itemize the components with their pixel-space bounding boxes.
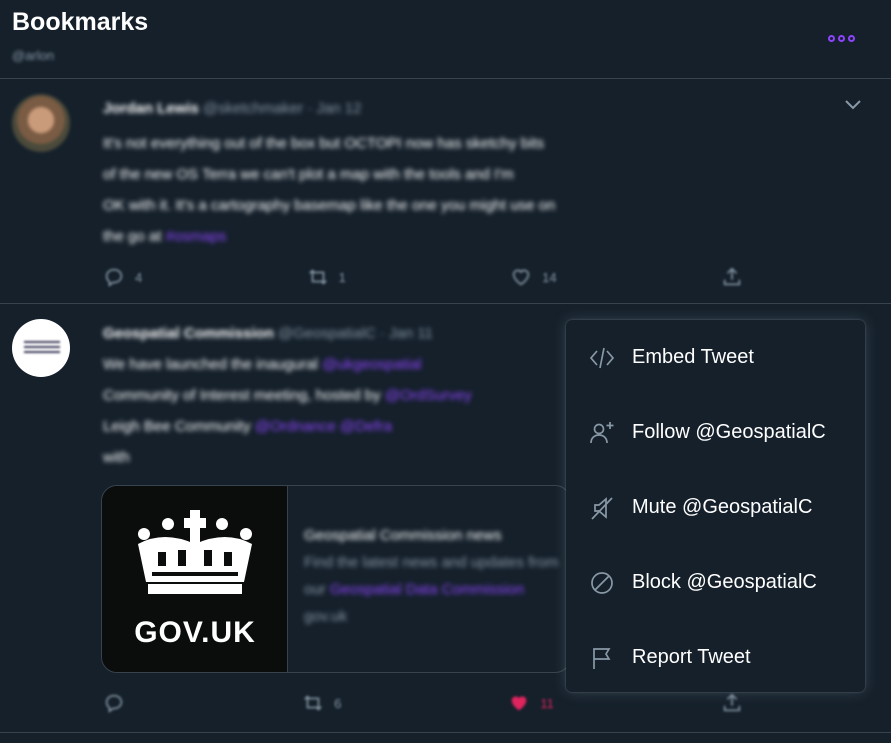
menu-item-block[interactable]: Block @GeospatialC: [566, 545, 865, 620]
account-handle: @arlon: [12, 48, 55, 63]
tweet-actions: 6 11: [103, 692, 743, 714]
flag-icon: [593, 647, 611, 669]
heart-icon: [512, 269, 530, 286]
mute-icon: [591, 496, 613, 520]
more-dots-icon: [827, 34, 835, 42]
like-button[interactable]: 14: [510, 266, 557, 288]
share-icon: [723, 693, 741, 712]
tweet-text: We have launched the inaugural @ukgeospa…: [103, 356, 472, 466]
link-card[interactable]: GOV.UK Geospatial Commission news Find t…: [101, 485, 571, 673]
card-body: Geospatial Commission news Find the late…: [304, 522, 564, 630]
more-options-button[interactable]: [824, 26, 858, 50]
retweet-button[interactable]: 1: [307, 266, 346, 288]
tweet-author[interactable]: Jordan Lewis @sketchmaker · Jan 12: [103, 100, 361, 117]
reply-button[interactable]: 4: [103, 266, 142, 288]
retweet-button[interactable]: 6: [302, 692, 341, 714]
author-meta: @GeospatialC · Jan 11: [277, 325, 433, 342]
menu-item-report[interactable]: Report Tweet: [566, 620, 865, 695]
block-icon: [591, 571, 613, 594]
menu-item-mute[interactable]: Mute @GeospatialC: [566, 470, 865, 545]
menu-item-label: Block @GeospatialC: [632, 571, 817, 593]
tweet-author[interactable]: Geospatial Commission @GeospatialC · Jan …: [103, 325, 433, 342]
share-button[interactable]: [721, 266, 743, 288]
tweet-options-menu: Embed Tweet Follow @GeospatialC Mute @Ge…: [566, 320, 865, 692]
reply-count: 4: [135, 269, 143, 285]
like-count: 14: [542, 269, 557, 285]
govuk-logo-text: GOV.UK: [134, 616, 256, 649]
chevron-down-icon[interactable]: [845, 100, 861, 110]
card-domain: gov.uk: [304, 608, 348, 625]
crown-icon: [138, 510, 252, 594]
card-image: GOV.UK: [102, 486, 288, 672]
reply-icon: [105, 268, 123, 287]
hashtag-link[interactable]: #osmaps: [166, 228, 227, 245]
card-description: Find the latest news and updates from ou…: [304, 554, 559, 598]
avatar[interactable]: [12, 94, 70, 152]
page-title: Bookmarks: [12, 8, 149, 36]
author-name: Geospatial Commission: [103, 325, 274, 342]
page-header: Bookmarks @arlon: [0, 0, 891, 79]
menu-item-follow[interactable]: Follow @GeospatialC: [566, 395, 865, 470]
reply-button[interactable]: [103, 692, 135, 714]
retweet-count: 1: [338, 269, 346, 285]
author-name: Jordan Lewis: [103, 100, 199, 117]
tweet[interactable]: Jordan Lewis @sketchmaker · Jan 12 It's n…: [0, 80, 891, 304]
share-button[interactable]: [721, 692, 743, 714]
menu-item-label: Mute @GeospatialC: [632, 496, 813, 518]
reply-icon: [105, 694, 123, 713]
tweet-actions: 4 1 14: [103, 266, 743, 288]
share-icon: [723, 267, 741, 286]
avatar[interactable]: [12, 319, 70, 377]
menu-item-label: Embed Tweet: [632, 346, 754, 368]
heart-filled-icon: [512, 696, 527, 711]
like-button[interactable]: 11: [508, 692, 554, 714]
menu-item-label: Report Tweet: [632, 646, 751, 668]
tweet-text: It's not everything out of the box but O…: [103, 135, 556, 245]
code-icon: [589, 347, 615, 368]
retweet-icon: [308, 269, 327, 285]
author-meta: @sketchmaker · Jan 12: [202, 100, 362, 117]
like-count: 11: [540, 695, 554, 711]
menu-item-embed-tweet[interactable]: Embed Tweet: [566, 320, 865, 395]
follow-user-icon: [590, 421, 614, 443]
retweet-count: 6: [334, 695, 342, 711]
menu-item-label: Follow @GeospatialC: [632, 421, 826, 443]
retweet-icon: [304, 695, 322, 711]
card-title: Geospatial Commission news: [304, 527, 502, 544]
